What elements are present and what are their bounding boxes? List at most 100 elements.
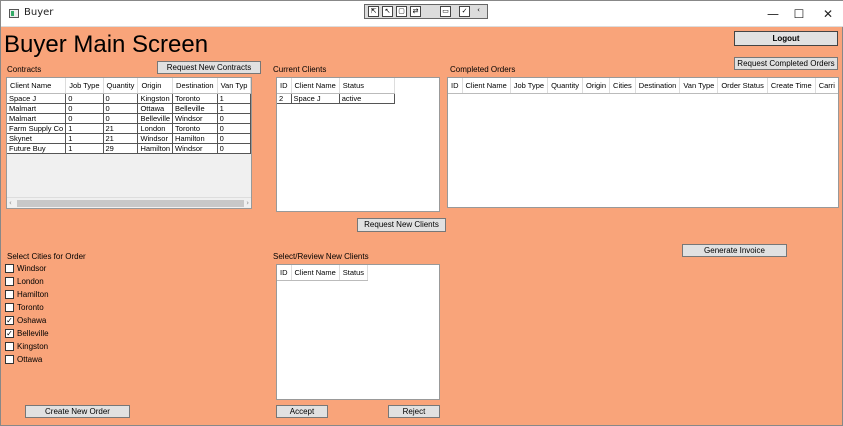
checkbox-box[interactable] [5, 355, 14, 364]
table-cell[interactable]: London [137, 123, 174, 134]
checkbox-box[interactable] [5, 290, 14, 299]
table-cell[interactable]: Malmart [7, 103, 67, 114]
checkbox-box[interactable] [5, 303, 14, 312]
layout-adorner-icon[interactable]: ▢ [396, 6, 407, 17]
maximize-button[interactable]: ☐ [788, 5, 810, 23]
table-cell[interactable]: 0 [217, 133, 251, 144]
table-cell[interactable]: Belleville [137, 113, 174, 124]
column-header[interactable]: Client Name [462, 78, 511, 94]
table-row[interactable]: Space J 0 0 Kingston Toronto 1 [7, 93, 251, 104]
table-row[interactable]: Farm Supply Co 1 21 London Toronto 0 [7, 123, 251, 134]
close-button[interactable]: ✕ [817, 5, 839, 23]
minimize-button[interactable]: — [762, 5, 784, 23]
table-cell[interactable]: 0 [65, 93, 104, 104]
column-header[interactable]: ID [277, 78, 292, 94]
table-row[interactable]: 2 Space Jactive [277, 93, 395, 104]
city-checkbox-hamilton[interactable]: Hamilton [5, 290, 49, 299]
checkbox-box[interactable] [5, 342, 14, 351]
table-cell[interactable]: Windsor [172, 113, 218, 124]
table-cell[interactable]: 21 [103, 123, 139, 134]
checkbox-box[interactable] [5, 277, 14, 286]
column-header[interactable]: Origin [137, 78, 174, 94]
table-cell[interactable]: Toronto [172, 93, 218, 104]
column-header[interactable]: Client Name [291, 265, 340, 281]
table-cell[interactable]: Farm Supply Co [7, 123, 67, 134]
check-icon[interactable]: ✓ [459, 6, 470, 17]
city-checkbox-ottawa[interactable]: Ottawa [5, 355, 42, 364]
column-header[interactable]: Destination [172, 78, 218, 94]
table-cell[interactable]: 21 [103, 133, 139, 144]
table-cell[interactable]: 0 [65, 113, 104, 124]
current-clients-grid[interactable]: ID Client Name Status 2 Space Jactive [276, 77, 440, 212]
table-cell[interactable]: Skynet [7, 133, 67, 144]
column-header[interactable]: Origin [582, 78, 611, 94]
column-header[interactable]: Status [339, 265, 369, 281]
table-cell[interactable]: 1 [217, 93, 251, 104]
table-cell[interactable]: Hamilton [172, 133, 218, 144]
table-cell[interactable]: Space J [291, 93, 340, 104]
column-header[interactable]: Job Type [510, 78, 549, 94]
column-header[interactable]: Client Name [291, 78, 340, 94]
new-clients-grid[interactable]: ID Client Name Status [276, 264, 440, 400]
select-element-icon[interactable]: ⇱ [368, 6, 379, 17]
scrollbar-thumb[interactable] [17, 200, 244, 207]
binding-icon[interactable]: ▭ [440, 6, 451, 17]
column-header[interactable]: Van Typ [217, 78, 251, 94]
table-cell[interactable]: 1 [65, 133, 104, 144]
table-row[interactable]: Skynet 1 21 Windsor Hamilton 0 [7, 133, 251, 144]
logout-button[interactable]: Logout [734, 31, 838, 46]
table-cell[interactable]: 0 [103, 103, 139, 114]
table-cell[interactable]: Kingston [137, 93, 174, 104]
column-header[interactable]: Create Time [767, 78, 816, 94]
column-header[interactable]: Carri [815, 78, 838, 94]
city-checkbox-oshawa[interactable]: ✓ Oshawa [5, 316, 46, 325]
table-cell[interactable]: active [339, 93, 395, 104]
completed-orders-grid[interactable]: ID Client Name Job Type Quantity Origin Citie… [447, 77, 839, 208]
column-header[interactable]: ID [448, 78, 463, 94]
table-cell[interactable]: 29 [103, 143, 139, 154]
column-header[interactable]: Cities [609, 78, 636, 94]
city-checkbox-toronto[interactable]: Toronto [5, 303, 44, 312]
column-header[interactable]: Job Type [65, 78, 104, 94]
table-cell[interactable]: Malmart [7, 113, 67, 124]
city-checkbox-london[interactable]: London [5, 277, 44, 286]
table-cell[interactable]: Future Buy [7, 143, 67, 154]
table-row[interactable]: Malmart 0 0 Belleville Windsor 0 [7, 113, 251, 124]
checkmark-icon[interactable]: ✓ [5, 329, 14, 338]
create-new-order-button[interactable]: Create New Order [25, 405, 130, 418]
contracts-horizontal-scrollbar[interactable]: ‹ › [7, 197, 251, 208]
table-row[interactable]: Future Buy 1 29 Hamilton Windsor 0 [7, 143, 251, 154]
reject-button[interactable]: Reject [388, 405, 440, 418]
table-cell[interactable]: 0 [217, 123, 251, 134]
table-cell[interactable]: Toronto [172, 123, 218, 134]
request-new-clients-button[interactable]: Request New Clients [357, 218, 446, 232]
table-row[interactable]: Malmart 0 0 Ottawa Belleville 1 [7, 103, 251, 114]
city-checkbox-windsor[interactable]: Windsor [5, 264, 46, 273]
contracts-grid[interactable]: Client Name Job Type Quantity Origin Destina… [6, 77, 252, 209]
checkmark-icon[interactable]: ✓ [5, 316, 14, 325]
table-cell[interactable]: 0 [103, 93, 139, 104]
table-cell[interactable]: 1 [65, 143, 104, 154]
table-cell[interactable]: 1 [65, 123, 104, 134]
column-header[interactable]: Status [339, 78, 395, 94]
column-header[interactable]: Quantity [103, 78, 139, 94]
table-cell[interactable]: Windsor [172, 143, 218, 154]
table-cell[interactable]: 0 [217, 113, 251, 124]
table-cell[interactable]: Belleville [172, 103, 218, 114]
column-header[interactable]: Client Name [7, 78, 67, 94]
scroll-left-icon[interactable]: ‹ [9, 199, 12, 207]
table-cell[interactable]: Hamilton [137, 143, 174, 154]
city-checkbox-belleville[interactable]: ✓ Belleville [5, 329, 49, 338]
column-header[interactable]: Order Status [717, 78, 768, 94]
generate-invoice-button[interactable]: Generate Invoice [682, 244, 787, 257]
table-cell[interactable]: Space J [7, 93, 67, 104]
city-checkbox-kingston[interactable]: Kingston [5, 342, 48, 351]
scroll-right-icon[interactable]: › [246, 199, 249, 207]
track-focus-icon[interactable]: ⇄ [410, 6, 421, 17]
table-cell[interactable]: 0 [65, 103, 104, 114]
column-header[interactable]: Quantity [547, 78, 584, 94]
table-cell[interactable]: 0 [103, 113, 139, 124]
table-cell[interactable]: 2 [277, 93, 292, 104]
checkbox-box[interactable] [5, 264, 14, 273]
column-header[interactable]: Van Type [679, 78, 719, 94]
